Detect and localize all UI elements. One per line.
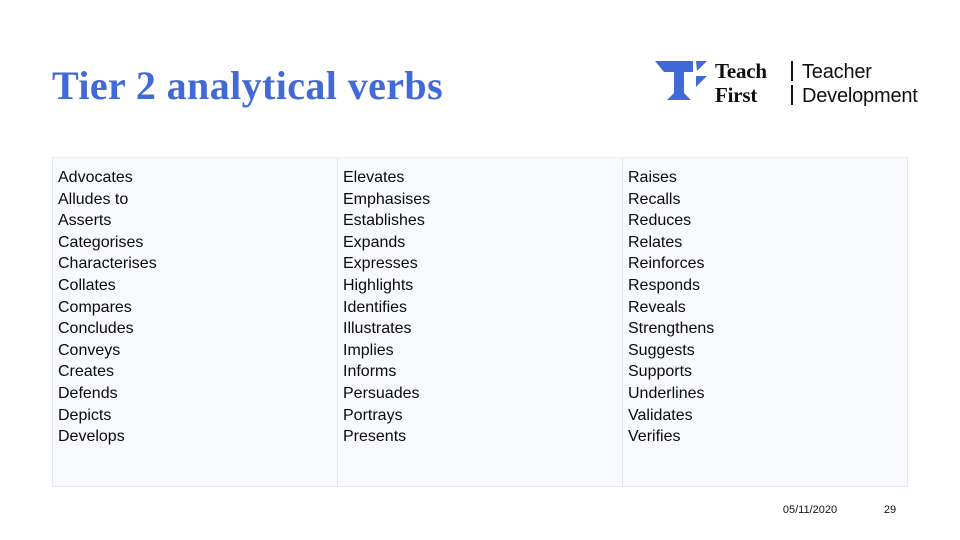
verb-item: Elevates [343, 169, 405, 186]
verb-item: Supports [628, 363, 693, 381]
verb-item: Creates [58, 363, 115, 381]
footer-date: 05/11/2020 [782, 504, 838, 516]
logo-divider-bottom [791, 85, 793, 105]
verb-item: Compares [58, 298, 132, 316]
verb-item: Categorises [58, 233, 144, 251]
verb-item: Verifies [628, 428, 681, 446]
logo-sub-line1: Teacher [802, 61, 872, 83]
logo-row-top: Teach Teacher [715, 58, 918, 84]
logo-brand-line1: Teach [715, 59, 767, 83]
logo-brand-line2: First [715, 83, 758, 107]
verb-item: Responds [628, 276, 701, 294]
verb-item: Advocates [58, 169, 133, 186]
verb-item: Highlights [343, 276, 414, 294]
verb-item: Concludes [58, 320, 134, 338]
verb-item: Underlines [628, 384, 705, 402]
verb-item: Persuades [343, 384, 420, 402]
logo-divider-top [791, 61, 793, 81]
verb-item: Recalls [628, 190, 681, 208]
verb-item: Characterises [58, 255, 157, 273]
verb-item: Illustrates [343, 320, 412, 338]
verb-item: Strengthens [628, 320, 715, 338]
verb-item: Identifies [343, 298, 408, 316]
verb-item: Develops [58, 428, 125, 446]
verb-table: Advocates Alludes to Asserts Categorises Cha… [52, 157, 908, 487]
verb-item: Portrays [343, 406, 403, 424]
verb-column-3: Raises Recalls Reduces Relates Reinforces Res… [623, 158, 907, 486]
verb-item: Implies [343, 341, 394, 359]
logo-sub-line2: Development [802, 85, 918, 107]
verb-item: Raises [628, 169, 677, 186]
verb-item: Relates [628, 233, 683, 251]
verb-item: Reveals [628, 298, 686, 316]
verb-item: Alludes to [58, 190, 129, 208]
verb-item: Informs [343, 363, 397, 381]
slide-canvas: Tier 2 analytical verbs Teach Teacher Fi… [0, 0, 960, 540]
verb-column-1: Advocates Alludes to Asserts Categorises Cha… [53, 158, 338, 486]
verb-item: Reinforces [628, 255, 705, 273]
footer-page-number: 29 [883, 504, 897, 516]
verb-item: Defends [58, 384, 118, 402]
verb-item: Depicts [58, 406, 112, 424]
verb-item: Reduces [628, 212, 692, 230]
verb-item: Validates [628, 406, 693, 424]
teach-first-logo: Teach Teacher First Development [653, 57, 918, 107]
verb-item: Collates [58, 276, 116, 294]
verb-item: Expresses [343, 255, 418, 273]
verb-item: Expands [343, 233, 406, 251]
verb-item: Emphasises [343, 190, 431, 208]
verb-item: Presents [343, 428, 407, 446]
logo-row-bottom: First Development [715, 82, 918, 108]
verb-item: Asserts [58, 212, 112, 230]
logo-wordmark: Teach Teacher First Development [715, 58, 918, 108]
verb-item: Establishes [343, 212, 425, 230]
verb-item: Conveys [58, 341, 121, 359]
teach-first-tf-monogram-icon [655, 61, 707, 100]
page-title: Tier 2 analytical verbs [52, 63, 444, 108]
verb-column-2: Elevates Emphasises Establishes Expands Expr… [338, 158, 623, 486]
verb-item: Suggests [628, 341, 695, 359]
